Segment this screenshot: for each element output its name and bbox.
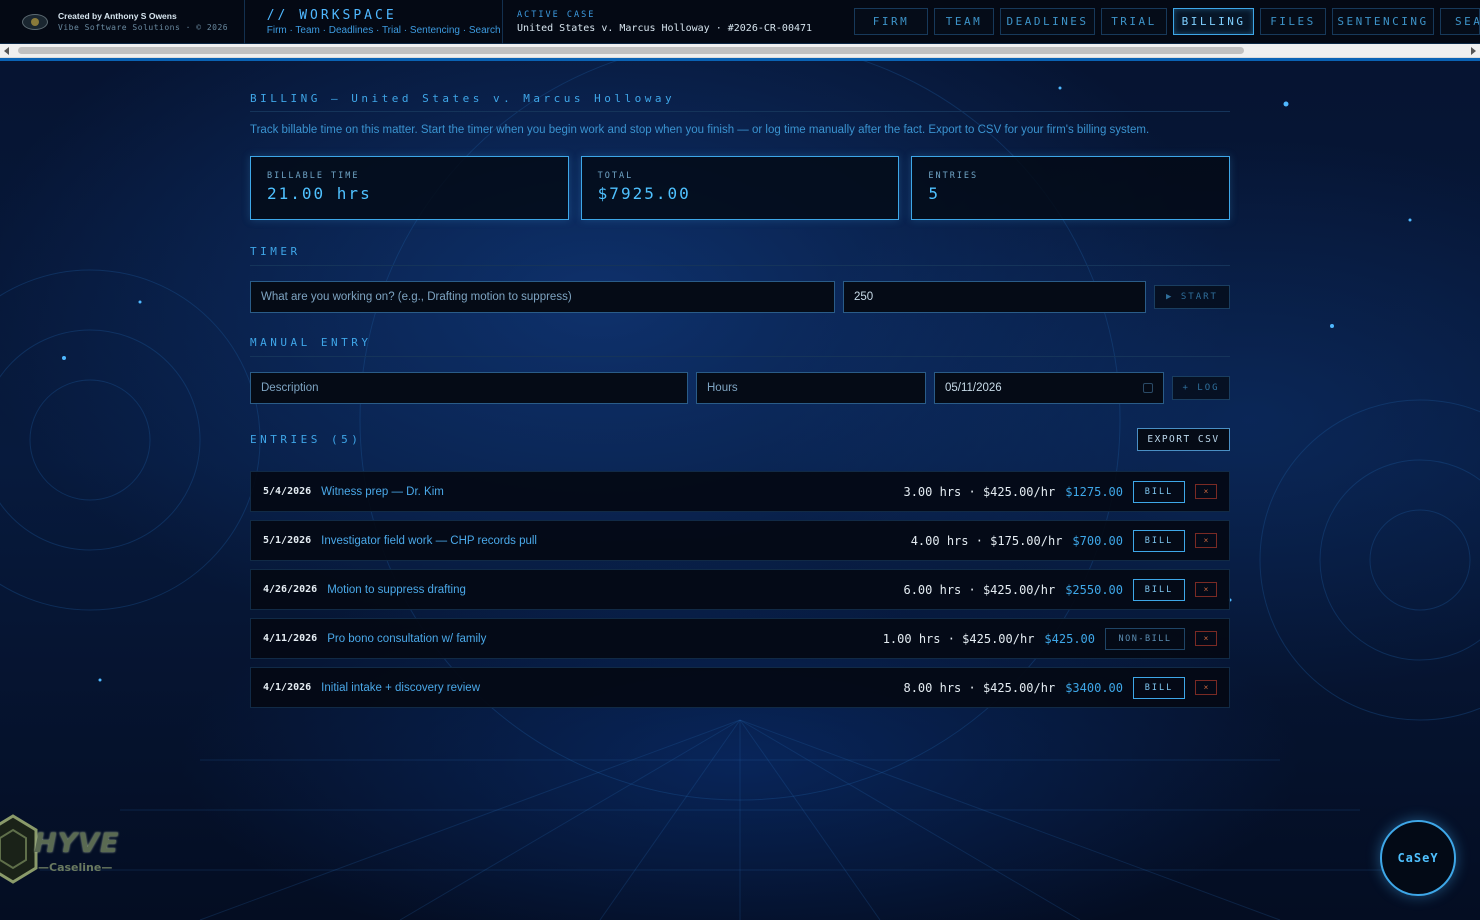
stat-label: BILLABLE TIME <box>267 171 360 181</box>
timer-title: TIMER <box>250 245 1230 266</box>
stat-entries: ENTRIES 5 <box>911 156 1231 220</box>
entry-amount: $700.00 <box>1072 533 1123 548</box>
billable-toggle-button[interactable]: NON-BILL <box>1105 627 1185 650</box>
brand-company: Vibe Software Solutions · © 2026 <box>58 23 229 32</box>
tab-search[interactable]: SEA <box>1440 8 1480 35</box>
brand: Created by Anthony S Owens Vibe Software… <box>0 0 245 44</box>
billable-toggle-button[interactable]: BILL <box>1133 480 1185 503</box>
delete-entry-button[interactable]: × <box>1195 582 1217 597</box>
tab-firm[interactable]: FIRM <box>854 8 928 35</box>
scroll-left-icon[interactable] <box>4 47 9 55</box>
stat-billable-time: BILLABLE TIME 21.00 hrs <box>250 156 569 220</box>
entry-description: Initial intake + discovery review <box>321 681 481 694</box>
entry-description: Investigator field work — CHP records pu… <box>321 534 537 547</box>
entry-date: 5/1/2026 <box>263 535 312 546</box>
delete-entry-button[interactable]: × <box>1195 631 1217 646</box>
billable-toggle-button[interactable]: BILL <box>1133 529 1185 552</box>
manual-entry-row: Description Hours 05/11/2026 + LOG <box>250 372 1230 404</box>
top-bar: Created by Anthony S Owens Vibe Software… <box>0 0 1480 44</box>
list-item: 5/1/2026 Investigator field work — CHP r… <box>250 520 1230 561</box>
list-item: 4/1/2026 Initial intake + discovery revi… <box>250 667 1230 708</box>
horizontal-scrollbar[interactable] <box>0 44 1480 58</box>
entry-hours-rate: 6.00 hrs · $425.00/hr <box>903 582 1056 597</box>
delete-entry-button[interactable]: × <box>1195 484 1217 499</box>
hourly-rate-input[interactable]: 250 <box>843 281 1146 313</box>
page-title: BILLING — United States v. Marcus Hollow… <box>250 92 1230 112</box>
manual-entry-title: MANUAL ENTRY <box>250 336 1230 357</box>
timer-row: What are you working on? (e.g., Drafting… <box>250 281 1230 313</box>
stat-total: TOTAL $7925.00 <box>580 156 900 220</box>
list-item: 4/11/2026 Pro bono consultation w/ famil… <box>250 618 1230 659</box>
scroll-right-icon[interactable] <box>1471 47 1476 55</box>
brand-text: Created by Anthony S Owens Vibe Software… <box>58 11 228 32</box>
description-input[interactable]: Description <box>250 372 688 404</box>
entry-date: 4/26/2026 <box>263 584 318 595</box>
workspace-subtitle: Firm · Team · Deadlines · Trial · Senten… <box>266 24 501 36</box>
stat-label: ENTRIES <box>928 171 979 181</box>
active-case-name: United States v. Marcus Holloway · #2026… <box>517 22 813 34</box>
workspace-title: // WORKSPACE <box>266 7 397 23</box>
tab-billing[interactable]: BILLING <box>1173 8 1254 35</box>
tab-deadlines[interactable]: DEADLINES <box>1000 8 1095 35</box>
entry-amount: $3400.00 <box>1065 680 1123 695</box>
workspace-header: // WORKSPACE Firm · Team · Deadlines · T… <box>245 0 504 44</box>
start-timer-button[interactable]: ▶ START <box>1154 285 1230 309</box>
entry-amount: $425.00 <box>1044 631 1095 646</box>
entry-amount: $1275.00 <box>1065 484 1123 499</box>
log-entry-button[interactable]: + LOG <box>1172 376 1230 400</box>
entry-hours-rate: 8.00 hrs · $425.00/hr <box>903 680 1056 695</box>
entry-hours-rate: 4.00 hrs · $175.00/hr <box>910 533 1063 548</box>
entry-description: Motion to suppress drafting <box>327 583 466 596</box>
tab-sentencing[interactable]: SENTENCING <box>1332 8 1434 35</box>
date-value: 05/11/2026 <box>945 382 1002 394</box>
list-item: 4/26/2026 Motion to suppress drafting 6.… <box>250 569 1230 610</box>
delete-entry-button[interactable]: × <box>1195 680 1217 695</box>
stat-value: 21.00 hrs <box>267 184 372 203</box>
hexagon-icon <box>0 814 38 884</box>
stats-row: BILLABLE TIME 21.00 hrs TOTAL $7925.00 E… <box>250 156 1231 220</box>
casey-assistant-button[interactable]: CaSeY <box>1380 820 1456 896</box>
entry-date: 4/11/2026 <box>263 633 318 644</box>
entry-amount: $2550.00 <box>1065 582 1123 597</box>
entries-list: 5/4/2026 Witness prep — Dr. Kim 3.00 hrs… <box>250 471 1230 708</box>
entry-description: Pro bono consultation w/ family <box>327 632 487 645</box>
billable-toggle-button[interactable]: BILL <box>1133 578 1185 601</box>
entries-header: ENTRIES (5) EXPORT CSV <box>250 428 1230 451</box>
stat-value: 5 <box>928 184 940 203</box>
accent-divider <box>0 58 1480 61</box>
brand-created-by: Created by Anthony S Owens <box>58 11 177 21</box>
billing-panel: BILLING — United States v. Marcus Hollow… <box>250 92 1231 716</box>
entry-date: 4/1/2026 <box>263 682 312 693</box>
main-nav: FIRM TEAM DEADLINES TRIAL BILLING FILES … <box>854 8 1480 35</box>
export-csv-button[interactable]: EXPORT CSV <box>1137 428 1230 451</box>
stat-label: TOTAL <box>597 171 634 181</box>
tab-team[interactable]: TEAM <box>934 8 994 35</box>
active-case-label: ACTIVE CASE <box>517 9 596 20</box>
delete-entry-button[interactable]: × <box>1195 533 1217 548</box>
tab-files[interactable]: FILES <box>1260 8 1326 35</box>
tab-trial[interactable]: TRIAL <box>1101 8 1167 35</box>
scrollbar-thumb[interactable] <box>18 47 1244 54</box>
hours-input[interactable]: Hours <box>696 372 926 404</box>
entry-description: Witness prep — Dr. Kim <box>321 485 444 498</box>
logo-name: HYVE <box>34 828 120 859</box>
billable-toggle-button[interactable]: BILL <box>1133 676 1185 699</box>
stat-value: $7925.00 <box>597 184 691 203</box>
active-case: ACTIVE CASE United States v. Marcus Holl… <box>503 10 854 34</box>
logo-subtitle: —Caseline— <box>38 861 113 874</box>
date-input[interactable]: 05/11/2026 <box>934 372 1164 404</box>
list-item: 5/4/2026 Witness prep — Dr. Kim 3.00 hrs… <box>250 471 1230 512</box>
brand-logo <box>22 13 48 30</box>
hyve-logo: HYVE —Caseline— <box>0 808 126 890</box>
entries-title: ENTRIES (5) <box>250 433 362 446</box>
billing-intro: Track billable time on this matter. Star… <box>250 124 1150 136</box>
entry-date: 5/4/2026 <box>263 486 312 497</box>
timer-task-input[interactable]: What are you working on? (e.g., Drafting… <box>250 281 835 313</box>
calendar-icon[interactable] <box>1143 383 1153 393</box>
entry-hours-rate: 1.00 hrs · $425.00/hr <box>882 631 1035 646</box>
entry-hours-rate: 3.00 hrs · $425.00/hr <box>903 484 1056 499</box>
